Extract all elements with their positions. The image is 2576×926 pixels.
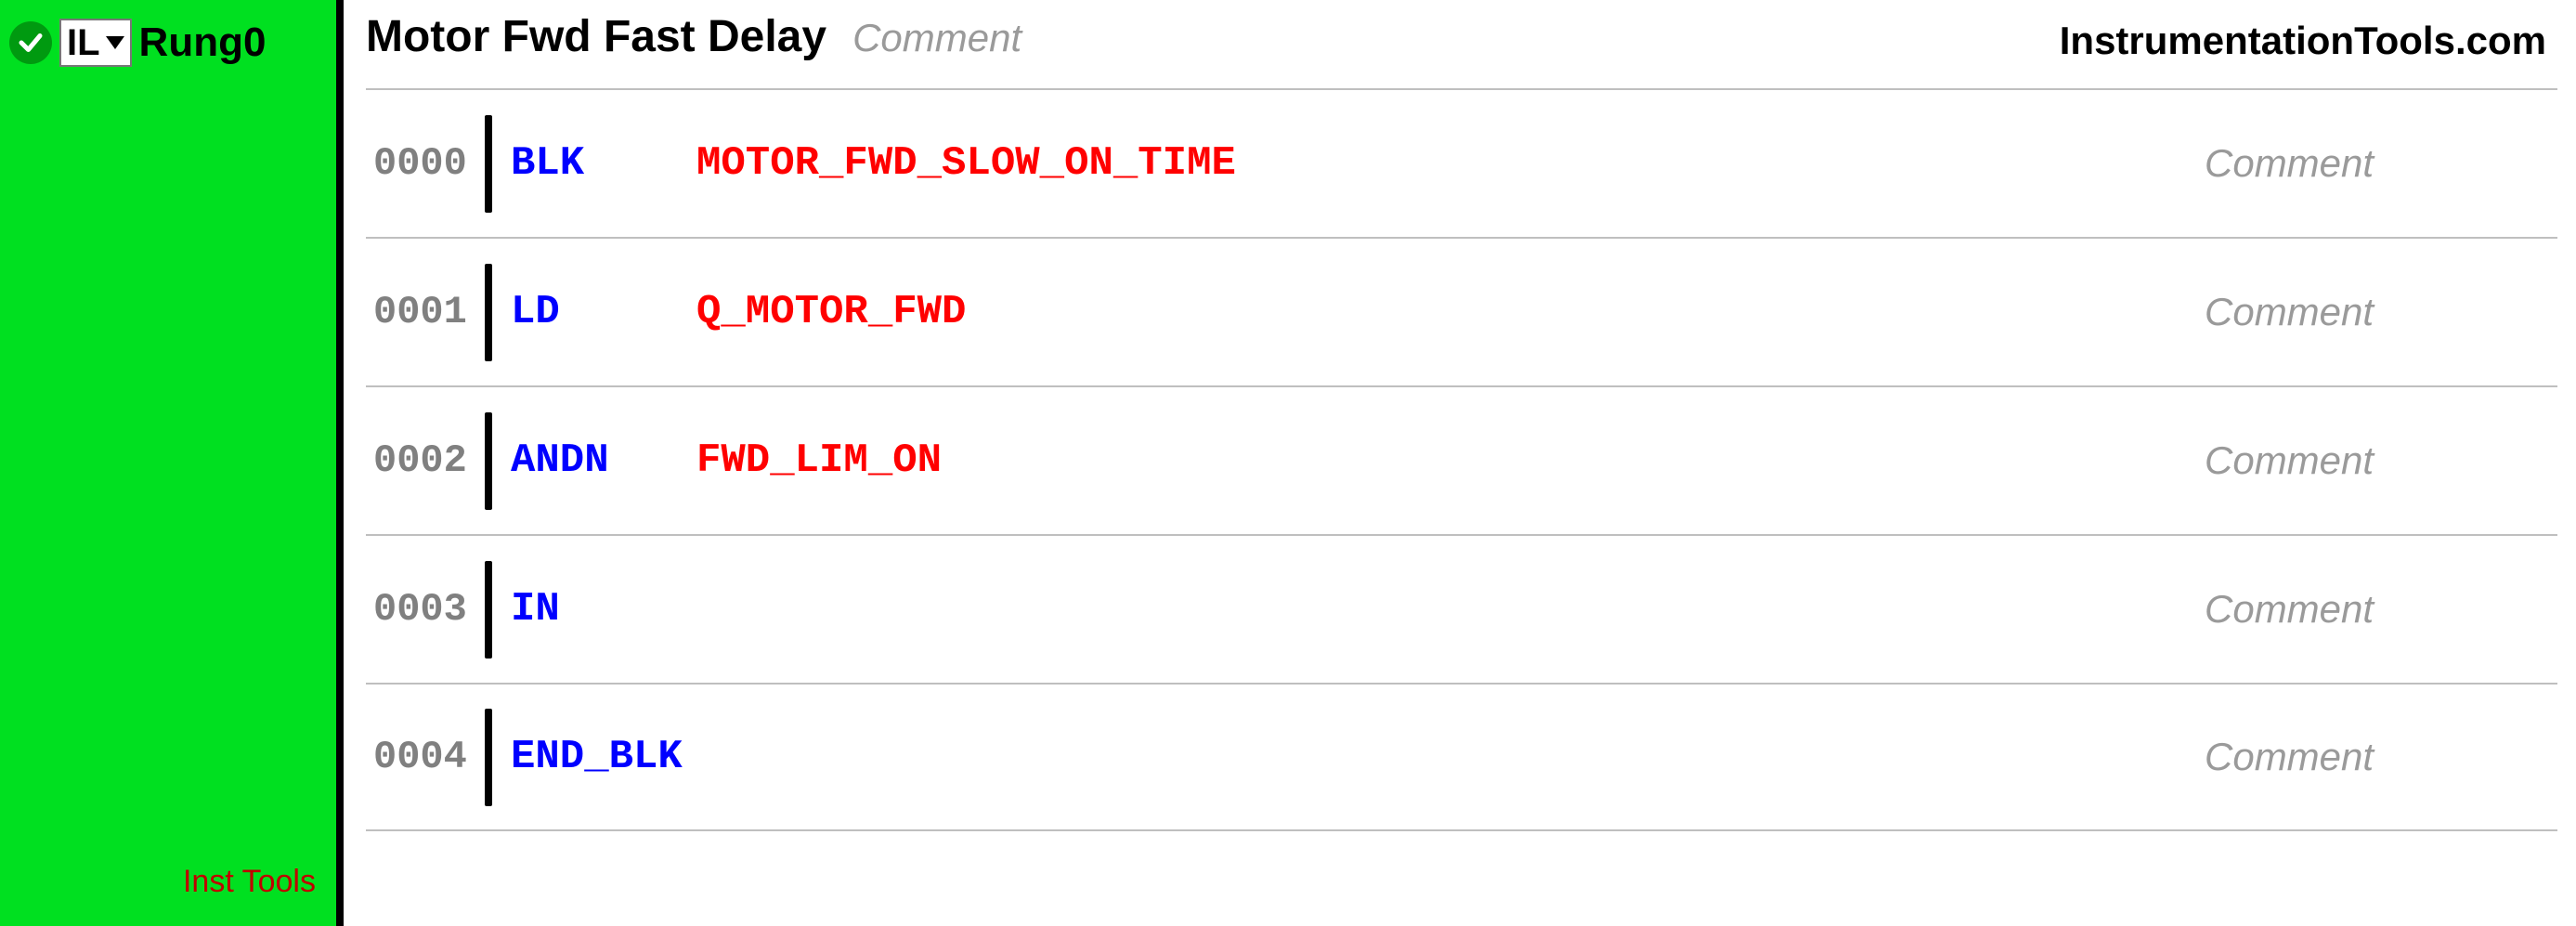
operand[interactable]: MOTOR_FWD_SLOW_ON_TIME [696,140,2205,187]
line-divider [485,115,492,213]
app-root: IL Rung0 Inst Tools Motor Fwd Fast Delay… [0,0,2576,926]
il-line[interactable]: 0003 IN Comment [366,534,2557,683]
rung-name-label[interactable]: Rung0 [139,20,267,66]
rung-sidebar: IL Rung0 Inst Tools [0,0,344,926]
rung-comment-placeholder[interactable]: Comment [852,16,1021,60]
chevron-down-icon [106,36,124,49]
line-number: 0002 [366,438,477,483]
operand[interactable]: Q_MOTOR_FWD [696,289,2205,335]
brand-url: InstrumentationTools.com [2060,19,2546,63]
line-number: 0003 [366,587,477,632]
il-line[interactable]: 0001 LD Q_MOTOR_FWD Comment [366,237,2557,385]
line-comment[interactable]: Comment [2205,290,2557,334]
il-line[interactable]: 0004 END_BLK Comment [366,683,2557,831]
line-divider [485,561,492,659]
opcode[interactable]: BLK [511,140,696,187]
line-divider [485,709,492,806]
check-icon [9,21,52,64]
language-value: IL [67,22,100,64]
line-comment[interactable]: Comment [2205,438,2557,483]
editor-main: Motor Fwd Fast Delay Comment Instrumenta… [344,0,2576,926]
opcode[interactable]: END_BLK [511,734,696,780]
language-dropdown[interactable]: IL [59,19,132,67]
line-divider [485,264,492,361]
line-comment[interactable]: Comment [2205,587,2557,632]
il-line[interactable]: 0002 ANDN FWD_LIM_ON Comment [366,385,2557,534]
line-number: 0001 [366,290,477,334]
watermark-text: Inst Tools [183,864,316,900]
line-comment[interactable]: Comment [2205,735,2557,779]
il-line[interactable]: 0000 BLK MOTOR_FWD_SLOW_ON_TIME Comment [366,88,2557,237]
line-number: 0004 [366,735,477,779]
operand[interactable]: FWD_LIM_ON [696,437,2205,484]
line-comment[interactable]: Comment [2205,141,2557,186]
opcode[interactable]: LD [511,289,696,335]
sidebar-header: IL Rung0 [0,19,336,67]
rung-title[interactable]: Motor Fwd Fast Delay [366,11,826,62]
line-number: 0000 [366,141,477,186]
opcode[interactable]: ANDN [511,437,696,484]
opcode[interactable]: IN [511,586,696,633]
line-divider [485,412,492,510]
